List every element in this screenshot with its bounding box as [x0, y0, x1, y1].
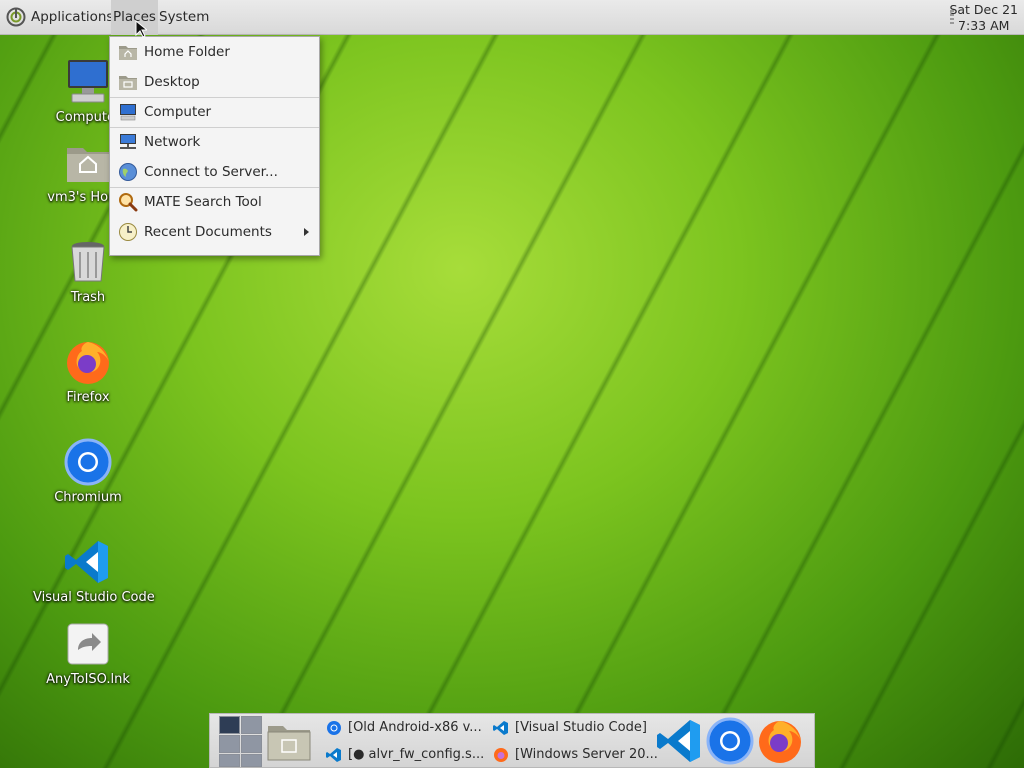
search-icon — [119, 193, 138, 212]
menu-item-label: Recent Documents — [144, 224, 272, 240]
network-icon — [120, 134, 136, 149]
menu-item-mate-search-tool[interactable]: MATE Search Tool — [110, 187, 319, 217]
desktop-icon-firefox[interactable]: Firefox — [33, 338, 143, 405]
trash-icon — [64, 238, 112, 286]
desktop-icon-chromium[interactable]: Chromium — [33, 438, 143, 505]
menu-item-label: Home Folder — [144, 44, 230, 60]
desktop-icon-label: Visual Studio Code — [33, 590, 155, 605]
vscode-icon — [64, 538, 112, 586]
applications-menu[interactable]: Applications — [31, 0, 113, 35]
clock-date: Sat Dec 21 — [949, 2, 1018, 17]
menu-item-desktop[interactable]: Desktop — [110, 67, 319, 97]
menu-item-label: Connect to Server... — [144, 164, 278, 180]
menu-item-recent-documents[interactable]: Recent Documents — [110, 217, 319, 247]
chromium-launcher-icon[interactable] — [706, 717, 754, 765]
clock-time: 7:33 AM — [958, 18, 1010, 33]
vscode-icon — [493, 721, 508, 735]
menu-item-label: Network — [144, 134, 201, 150]
taskbar-item-label: [Old Android-x86 v... — [348, 720, 482, 735]
places-dropdown-menu: Home Folder Desktop Computer Network Con… — [109, 36, 320, 256]
menu-item-label: Desktop — [144, 74, 200, 90]
taskbar-item-label: [● alvr_fw_config.s... — [348, 747, 485, 762]
shortcut-icon — [64, 620, 112, 668]
firefox-launcher-icon[interactable] — [756, 717, 804, 765]
chromium-icon — [327, 721, 341, 735]
show-desktop-folder-icon[interactable] — [266, 720, 312, 762]
workspace-3[interactable] — [219, 735, 240, 753]
workspace-2[interactable] — [241, 716, 262, 734]
bottom-taskbar: [Old Android-x86 v... [Visual Studio Cod… — [209, 713, 815, 768]
taskbar-item-label: [Windows Server 20... — [515, 747, 658, 762]
home-folder-icon — [119, 46, 137, 60]
menu-item-network[interactable]: Network — [110, 127, 319, 157]
desktop-icon-anytoiso[interactable]: AnyToISO.lnk — [33, 620, 143, 687]
desktop-folder-icon — [119, 76, 137, 90]
clock-icon — [119, 223, 137, 241]
desktop-icon-label: Firefox — [66, 390, 110, 405]
workspace-5[interactable] — [219, 754, 240, 767]
desktop-icon-vscode[interactable]: Visual Studio Code — [33, 538, 155, 605]
desktop-icon-label: Chromium — [54, 490, 122, 505]
vscode-icon — [326, 748, 341, 762]
workspace-4[interactable] — [241, 735, 262, 753]
taskbar-item-label: [Visual Studio Code] — [515, 720, 647, 735]
mate-logo-icon[interactable] — [6, 7, 26, 27]
clock[interactable]: Sat Dec 21 7:33 AM — [949, 2, 1018, 34]
menu-item-label: MATE Search Tool — [144, 194, 262, 210]
firefox-icon — [494, 748, 508, 762]
menu-item-home-folder[interactable]: Home Folder — [110, 37, 319, 67]
desktop-icon-label: Trash — [70, 290, 106, 305]
desktop-icon-label: AnyToISO.lnk — [46, 672, 130, 687]
menu-item-connect-to-server[interactable]: Connect to Server... — [110, 157, 319, 187]
globe-icon — [119, 163, 137, 181]
computer-icon — [64, 58, 112, 106]
workspace-1[interactable] — [219, 716, 240, 734]
system-menu[interactable]: System — [159, 0, 209, 35]
top-panel: Applications Places System Sat Dec 21 7:… — [0, 0, 1024, 35]
home-folder-icon — [64, 138, 112, 186]
submenu-arrow-icon — [304, 228, 309, 236]
firefox-icon — [64, 338, 112, 386]
computer-icon — [120, 104, 136, 121]
mouse-cursor-icon — [135, 20, 147, 38]
menu-item-label: Computer — [144, 104, 212, 120]
workspace-6[interactable] — [241, 754, 262, 767]
chromium-icon — [64, 438, 112, 486]
menu-item-computer[interactable]: Computer — [110, 97, 319, 127]
vscode-launcher-icon[interactable] — [656, 717, 704, 765]
